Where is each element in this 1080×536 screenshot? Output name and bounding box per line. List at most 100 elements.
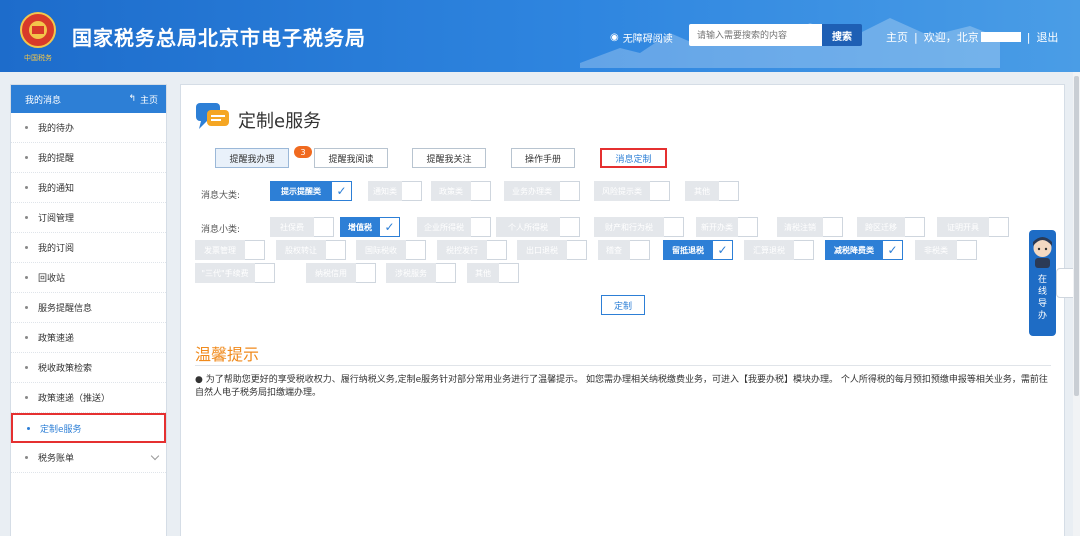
- category-chip-label: 留抵退税: [663, 240, 713, 260]
- sidebar-item-label: 回收站: [38, 274, 66, 284]
- masked-username: [980, 32, 1021, 42]
- accessibility-link[interactable]: ◉ 无障碍阅读: [610, 30, 673, 45]
- minor-category-label: 消息小类:: [201, 225, 241, 235]
- category-chip[interactable]: 留抵退税 ✓: [663, 240, 733, 260]
- checkbox-box: [402, 181, 422, 201]
- category-chip[interactable]: 个人所得税: [496, 217, 580, 237]
- tab-manual[interactable]: 操作手册: [511, 148, 575, 168]
- checkbox-box: [406, 240, 426, 260]
- category-chip[interactable]: 出口退税: [517, 240, 587, 260]
- sidebar-item-recycle-bin[interactable]: 回收站: [11, 263, 166, 293]
- checkbox-box: [255, 263, 275, 283]
- search-button[interactable]: 搜索: [822, 24, 862, 46]
- tax-emblem-logo[interactable]: 中国税务: [16, 10, 60, 62]
- sidebar-title: 我的消息: [25, 95, 62, 106]
- category-chip-label: 财产和行为税: [594, 217, 664, 237]
- home-link[interactable]: 主页: [886, 29, 908, 45]
- checkbox-box: [326, 240, 346, 260]
- category-chip-label: 涉税服务: [386, 263, 436, 283]
- sidebar-item-tax-bill[interactable]: 税务账单: [11, 443, 166, 473]
- category-chip[interactable]: 新开办类: [696, 217, 758, 237]
- sidebar-item-reminders[interactable]: 我的提醒: [11, 143, 166, 173]
- sidebar-item-todo[interactable]: 我的待办: [11, 113, 166, 143]
- checkbox-box: [499, 263, 519, 283]
- category-chip[interactable]: 汇算退税: [744, 240, 814, 260]
- sidebar-item-policy-search[interactable]: 税收政策检索: [11, 353, 166, 383]
- category-chip[interactable]: 通知类: [368, 181, 422, 201]
- category-chip[interactable]: "三代"手续费: [195, 263, 275, 283]
- category-chip[interactable]: 增值税 ✓: [340, 217, 400, 237]
- checkbox-box: [794, 240, 814, 260]
- sidebar-item-policy-express[interactable]: 政策速递: [11, 323, 166, 353]
- category-chip[interactable]: 清税注销: [777, 217, 843, 237]
- page-scrollbar[interactable]: [1073, 72, 1080, 536]
- sidebar-item-notices[interactable]: 我的通知: [11, 173, 166, 203]
- category-chip[interactable]: 财产和行为税: [594, 217, 684, 237]
- bullet-icon: [25, 186, 28, 189]
- category-chip[interactable]: 风险提示类: [594, 181, 670, 201]
- checkbox-box: [314, 217, 334, 237]
- category-chip[interactable]: 国际税收: [356, 240, 426, 260]
- category-chip-label: 汇算退税: [744, 240, 794, 260]
- checkbox-box: [823, 217, 843, 237]
- tab-remind-handle[interactable]: 提醒我办理: [215, 148, 289, 168]
- category-chip-label: 稽查: [598, 240, 630, 260]
- category-chip[interactable]: 稽查: [598, 240, 650, 260]
- sidebar-item-custom-eservice[interactable]: 定制e服务: [11, 413, 166, 443]
- category-chip[interactable]: 发票管理: [195, 240, 265, 260]
- checkmark-icon: ✓: [332, 181, 352, 201]
- category-chip-label: 社保费: [270, 217, 314, 237]
- checkbox-box: [630, 240, 650, 260]
- category-chip[interactable]: 涉税服务: [386, 263, 456, 283]
- tab-remind-follow[interactable]: 提醒我关注: [412, 148, 486, 168]
- search-input[interactable]: [689, 24, 822, 46]
- submit-custom-button[interactable]: 定制: [601, 295, 645, 315]
- category-chip-label: 业务办理类: [504, 181, 560, 201]
- checkbox-box: [650, 181, 670, 201]
- category-chip[interactable]: 提示提醒类 ✓: [270, 181, 352, 201]
- category-chip-label: 新开办类: [696, 217, 738, 237]
- category-chip-label: 出口退税: [517, 240, 567, 260]
- category-chip[interactable]: 税控发行: [437, 240, 507, 260]
- sidebar-item-policy-push[interactable]: 政策速递（推送）: [11, 383, 166, 413]
- category-chip[interactable]: 非税类: [915, 240, 977, 260]
- category-chip[interactable]: 证明开具: [937, 217, 1009, 237]
- tab-remind-read[interactable]: 提醒我阅读: [314, 148, 388, 168]
- category-chip[interactable]: 其他: [467, 263, 519, 283]
- tab-message-custom[interactable]: 消息定制: [600, 148, 667, 168]
- checkbox-box: [664, 217, 684, 237]
- category-chip[interactable]: 业务办理类: [504, 181, 580, 201]
- bullet-icon: [25, 396, 28, 399]
- online-guide-widget[interactable]: 在 线 导 办: [1029, 230, 1056, 336]
- category-chip[interactable]: 股权转让: [276, 240, 346, 260]
- sidebar-item-label: 政策速递（推送）: [38, 394, 111, 404]
- sidebar-item-my-subscriptions[interactable]: 我的订阅: [11, 233, 166, 263]
- category-chip-label: 企业所得税: [417, 217, 471, 237]
- category-chip[interactable]: 社保费: [270, 217, 334, 237]
- top-links: 主页 | 欢迎，北京 | 退出: [886, 29, 1058, 45]
- sidebar-item-subscription-mgmt[interactable]: 订阅管理: [11, 203, 166, 233]
- sidebar-item-label: 政策速递: [38, 334, 75, 344]
- helper-char: 在: [1037, 275, 1047, 285]
- category-chip[interactable]: 其他: [685, 181, 739, 201]
- category-chip[interactable]: 跨区迁移: [857, 217, 925, 237]
- sidebar-home-link[interactable]: ↰ 主页: [128, 93, 158, 106]
- sidebar-item-label: 我的待办: [38, 124, 75, 134]
- category-chip[interactable]: 减税降费类 ✓: [825, 240, 903, 260]
- category-chip[interactable]: 政策类: [431, 181, 491, 201]
- logout-link[interactable]: 退出: [1036, 29, 1058, 45]
- category-chip[interactable]: 纳税信用: [306, 263, 376, 283]
- category-chip-label: 非税类: [915, 240, 957, 260]
- category-chip[interactable]: 企业所得税: [417, 217, 491, 237]
- chevron-down-icon: [150, 451, 160, 461]
- checkbox-box: [471, 217, 491, 237]
- checkbox-box: [436, 263, 456, 283]
- logo-caption: 中国税务: [24, 53, 52, 62]
- category-chip-label: "三代"手续费: [195, 263, 255, 283]
- scrollbar-thumb[interactable]: [1074, 76, 1079, 396]
- sidebar-item-service-reminders[interactable]: 服务提醒信息: [11, 293, 166, 323]
- category-chip-label: 纳税信用: [306, 263, 356, 283]
- bullet-icon: [25, 336, 28, 339]
- back-arrow-icon: ↰: [128, 94, 136, 104]
- major-category-label: 消息大类:: [201, 191, 241, 201]
